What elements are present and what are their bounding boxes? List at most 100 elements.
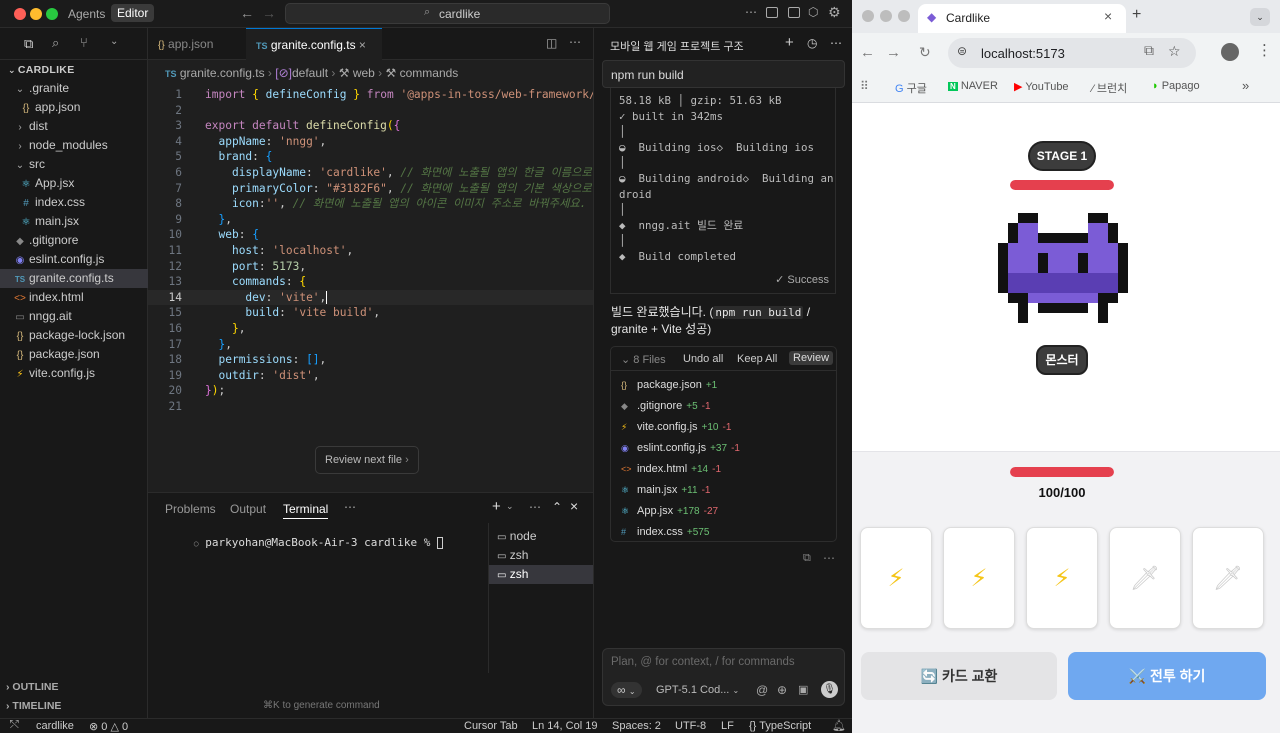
notifications-icon[interactable]: 🔔︎: [832, 719, 846, 732]
tab-app-json[interactable]: {} app.json: [148, 28, 246, 60]
breadcrumb-item[interactable]: web: [353, 66, 375, 80]
encoding[interactable]: UTF-8: [675, 720, 706, 732]
profile-avatar[interactable]: [1221, 43, 1239, 61]
file-tree-item[interactable]: <> index.html: [0, 288, 148, 307]
end-of-line[interactable]: LF: [721, 720, 734, 732]
chat-input-placeholder[interactable]: Plan, @ for context, / for commands: [611, 656, 795, 668]
tab-problems[interactable]: Problems: [165, 502, 216, 516]
toggle-sidebar-icon[interactable]: [766, 7, 778, 18]
new-tab-icon[interactable]: +: [1132, 6, 1141, 24]
model-selector[interactable]: GPT-5.1 Cod... ⌄: [656, 684, 739, 696]
back-arrow-icon[interactable]: ←: [240, 5, 254, 21]
more-icon[interactable]: ⋯: [830, 36, 842, 50]
changed-file-row[interactable]: ⚛ main.jsx +11 -1: [621, 480, 831, 501]
file-tree-item[interactable]: TS granite.config.ts: [0, 269, 148, 288]
close-panel-icon[interactable]: ×: [570, 498, 578, 514]
minimize-window-button[interactable]: [880, 10, 892, 22]
file-tree-item[interactable]: ⚛ App.jsx: [0, 174, 148, 193]
terminal-item-node[interactable]: ▭ node: [497, 527, 594, 546]
indentation[interactable]: Spaces: 2: [612, 720, 661, 732]
swap-cards-button[interactable]: 🔄 카드 교환: [861, 652, 1057, 700]
extensions-icon[interactable]: ⧉: [1144, 42, 1154, 59]
chevron-down-icon[interactable]: ⌄ 8 Files: [621, 353, 666, 366]
file-tree-item[interactable]: ⌄ src: [0, 155, 148, 174]
changed-file-row[interactable]: ⚛ App.jsx +178 -27: [621, 501, 831, 522]
lightning-card[interactable]: ⚡: [860, 527, 932, 629]
chevron-down-icon[interactable]: ⌄: [506, 501, 514, 512]
file-tree-item[interactable]: ◉ eslint.config.js: [0, 250, 148, 269]
changed-file-row[interactable]: ◆ .gitignore +5 -1: [621, 396, 831, 417]
file-tree-item[interactable]: ⚡ vite.config.js: [0, 364, 148, 383]
lightning-card[interactable]: ⚡: [943, 527, 1015, 629]
forward-icon[interactable]: →: [886, 44, 901, 61]
terminal-item-zsh[interactable]: ▭ zsh: [497, 546, 594, 565]
search-icon[interactable]: ⌕: [52, 35, 59, 51]
new-chat-icon[interactable]: +: [785, 34, 794, 51]
keep-all-button[interactable]: Keep All: [737, 353, 777, 365]
address-bar[interactable]: ⊜ localhost:5173 ☆: [948, 38, 1196, 68]
breadcrumb-item[interactable]: granite.config.ts: [180, 66, 265, 80]
browser-tab-active[interactable]: ◆ Cardlike ×: [918, 4, 1126, 33]
minimize-window-button[interactable]: [30, 8, 42, 20]
back-icon[interactable]: ←: [860, 44, 875, 61]
language-mode[interactable]: {} TypeScript: [749, 720, 811, 732]
agents-toggle[interactable]: Agents: [68, 7, 105, 21]
extensions-icon[interactable]: ⬡: [808, 5, 818, 19]
files-icon[interactable]: ⧉: [24, 36, 33, 52]
changed-file-row[interactable]: ◉ eslint.config.js +37 -1: [621, 438, 831, 459]
more-icon[interactable]: ⋯: [344, 500, 356, 514]
file-tree-item[interactable]: › dist: [0, 117, 148, 136]
cursor-position[interactable]: Ln 14, Col 19: [532, 720, 597, 732]
breadcrumb-item[interactable]: default: [292, 66, 328, 80]
terminal-item-zsh-active[interactable]: ▭ zsh: [489, 565, 594, 584]
bookmark-papago[interactable]: ◗ Papago: [1152, 80, 1200, 92]
chat-input-box[interactable]: Plan, @ for context, / for commands ∞ ⌄ …: [602, 648, 845, 706]
chevron-up-icon[interactable]: ⌃: [552, 500, 562, 514]
file-tree-item[interactable]: {} app.json: [0, 98, 148, 117]
bookmark-google[interactable]: G 구글: [895, 80, 927, 96]
more-icon[interactable]: ⋯: [823, 551, 835, 565]
reload-icon[interactable]: ↻: [919, 44, 931, 61]
changed-file-row[interactable]: # index.css +575: [621, 522, 831, 543]
source-control-icon[interactable]: ⑂: [80, 35, 88, 50]
more-icon[interactable]: ⋯: [569, 35, 581, 49]
apps-icon[interactable]: ⠿: [860, 79, 869, 93]
command-center-search[interactable]: ⌕ cardlike: [285, 3, 610, 24]
more-bookmarks-icon[interactable]: »: [1242, 78, 1249, 93]
changed-file-row[interactable]: {} package.json +1: [621, 375, 831, 396]
bookmark-naver[interactable]: N NAVER: [948, 80, 998, 92]
new-terminal-icon[interactable]: +: [492, 498, 501, 515]
menu-icon[interactable]: ⋮: [1257, 41, 1272, 59]
file-tree-item[interactable]: › node_modules: [0, 136, 148, 155]
tab-output[interactable]: Output: [230, 502, 266, 516]
zoom-window-button[interactable]: [898, 10, 910, 22]
changed-file-row[interactable]: ⚡ vite.config.js +10 -1: [621, 417, 831, 438]
settings-gear-icon[interactable]: ⚙: [828, 4, 841, 21]
file-tree-item[interactable]: ⚛ main.jsx: [0, 212, 148, 231]
mention-icon[interactable]: @: [756, 683, 768, 697]
close-icon[interactable]: ×: [359, 38, 366, 52]
outline-section[interactable]: › OUTLINE: [6, 681, 59, 693]
close-window-button[interactable]: [14, 8, 26, 20]
image-icon[interactable]: ▣: [798, 683, 808, 696]
breadcrumb-item[interactable]: commands: [400, 66, 459, 80]
timeline-section[interactable]: › TIMELINE: [6, 700, 61, 712]
fight-button[interactable]: ⚔️ 전투 하기: [1068, 652, 1266, 700]
problems-indicator[interactable]: ⊗ 0 △ 0: [89, 720, 128, 733]
microphone-icon[interactable]: 🎙: [821, 681, 838, 698]
toggle-panel-icon[interactable]: [788, 7, 800, 18]
bookmark-youtube[interactable]: ▶ YouTube: [1014, 80, 1069, 93]
cursor-tab-status[interactable]: Cursor Tab: [464, 720, 518, 732]
review-next-file-button[interactable]: Review next file ›: [315, 446, 419, 474]
split-editor-icon[interactable]: ◫: [546, 36, 557, 50]
tab-terminal[interactable]: Terminal: [283, 502, 329, 519]
bookmark-star-icon[interactable]: ☆: [1168, 43, 1181, 60]
history-icon[interactable]: ◷: [807, 36, 817, 50]
forward-arrow-icon[interactable]: →: [262, 5, 276, 21]
remote-icon[interactable]: ⤲: [10, 719, 19, 732]
file-tree-item[interactable]: ▭ nngg.ait: [0, 307, 148, 326]
status-project[interactable]: cardlike: [36, 720, 74, 732]
tab-granite-config[interactable]: TS granite.config.ts ×: [246, 28, 382, 60]
review-button[interactable]: Review: [789, 351, 834, 365]
tab-search-icon[interactable]: ⌄: [1250, 8, 1270, 26]
